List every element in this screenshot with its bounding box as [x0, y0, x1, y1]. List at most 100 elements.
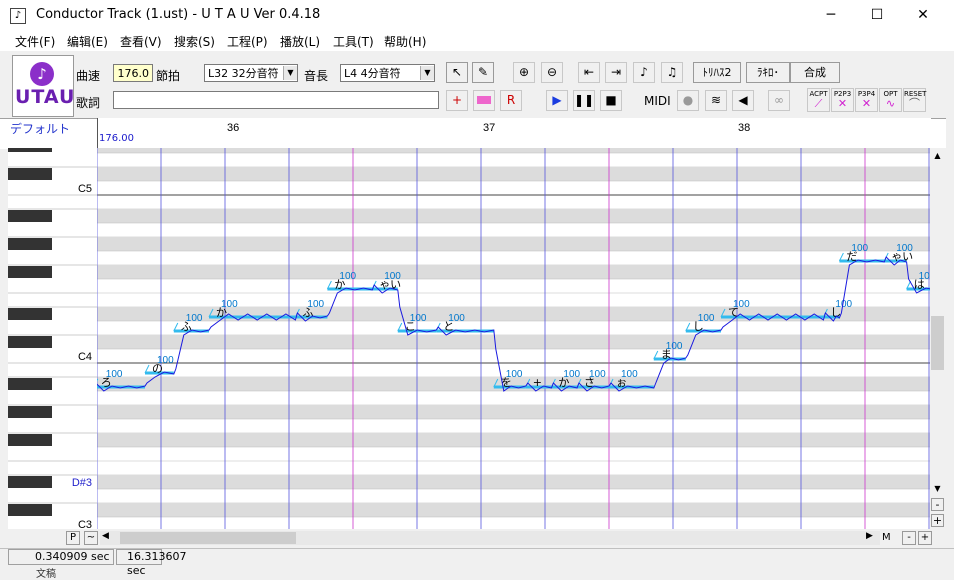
goto-start-button[interactable]: ⇤ [578, 62, 600, 83]
black-key-row [97, 335, 930, 349]
envelope-opt-button[interactable]: OPT ∿ [879, 88, 902, 112]
h-zoom-minus-button[interactable]: - [902, 531, 916, 545]
note-play-button[interactable]: ♫ [661, 62, 683, 83]
logo-text: UTAU [15, 86, 76, 108]
horizontal-scroll-thumb[interactable] [120, 532, 296, 544]
goto-end-button[interactable]: ⇥ [605, 62, 627, 83]
zoom-plus-button[interactable]: + [931, 514, 944, 527]
zoom-out-icon: ⊖ [546, 65, 558, 79]
piano-roll-svg[interactable]: ろ100 の100ふ100 か100ふ100か100ゃい100こ100と100を10… [97, 148, 930, 529]
close-button[interactable]: ✕ [900, 0, 946, 31]
rest-block-icon [477, 96, 491, 104]
zoom-out-button[interactable]: ⊖ [541, 62, 563, 83]
pointer-tool-button[interactable]: ↖ [446, 62, 468, 83]
menu-tools[interactable]: 工具(T) [333, 33, 374, 50]
romaji-button[interactable]: ﾗｷﾛ･ [746, 62, 790, 83]
insert-note-icon: + [451, 93, 463, 107]
speaker-button[interactable]: ◀ [732, 90, 754, 111]
black-key[interactable] [8, 266, 52, 278]
menu-view[interactable]: 查看(V) [120, 33, 162, 50]
black-key[interactable] [8, 406, 52, 418]
insert-note-button[interactable]: + [446, 90, 468, 111]
menu-project[interactable]: 工程(P) [227, 33, 268, 50]
black-key[interactable] [8, 238, 52, 250]
envelope-reset-button[interactable]: RESET ⌒ [903, 88, 926, 112]
black-key-row [97, 405, 930, 419]
goto-start-icon: ⇤ [583, 65, 595, 79]
tempo-field[interactable]: 176.0 [113, 64, 153, 82]
menu-help[interactable]: 帮助(H) [384, 33, 426, 50]
status-time-1: 0.340909 sec [8, 549, 114, 565]
note-volume: 100 [896, 243, 913, 254]
loop-button[interactable]: ∞ [768, 90, 790, 111]
h-zoom-plus-button[interactable]: + [918, 531, 932, 545]
piano-keyboard[interactable]: C5 C4 D#3 C3 [8, 148, 97, 529]
record-button[interactable]: ● [677, 90, 699, 111]
note[interactable]: の100 [144, 355, 174, 375]
black-key[interactable] [8, 336, 52, 348]
vertical-scrollbar[interactable]: ▲ ▼ - + [930, 148, 946, 529]
insert-rest-button[interactable]: R [500, 90, 522, 111]
key-label: C3 [78, 519, 92, 529]
measure-ruler[interactable]: 36 37 38 [97, 118, 931, 148]
pencil-tool-button[interactable]: ✎ [472, 62, 494, 83]
measure-label: 36 [227, 122, 239, 134]
scroll-up-icon[interactable]: ▲ [931, 149, 944, 162]
play-button[interactable]: ▶ [546, 90, 568, 111]
scroll-down-icon[interactable]: ▼ [931, 482, 944, 495]
key-label: C4 [78, 351, 92, 363]
menu-edit[interactable]: 编辑(E) [67, 33, 108, 50]
lyric-input[interactable] [113, 91, 439, 109]
chevron-down-icon[interactable]: ▼ [420, 66, 434, 80]
add-rest-button[interactable] [473, 90, 495, 111]
black-key[interactable] [8, 308, 52, 320]
minimize-button[interactable]: ─ [808, 0, 854, 31]
black-key[interactable] [8, 210, 52, 222]
length-label: 音長 [304, 69, 329, 83]
note-volume: 100 [666, 341, 683, 352]
envelope-acpt-button[interactable]: ACPT ⟋ [807, 88, 830, 112]
app-note-icon: ♪ [10, 8, 26, 24]
black-key[interactable] [8, 476, 52, 488]
record-icon: ● [682, 93, 694, 107]
midi-settings-button[interactable]: ≋ [705, 90, 727, 111]
resampler-button[interactable]: ﾄﾘﾊｽ2 [693, 62, 741, 83]
black-key-row [97, 237, 930, 251]
scroll-right-icon[interactable]: ▶ [866, 531, 873, 541]
black-key[interactable] [8, 434, 52, 446]
menu-file[interactable]: 文件(F) [15, 33, 55, 50]
black-key[interactable] [8, 378, 52, 390]
black-key[interactable] [8, 148, 52, 152]
note-volume: 100 [221, 299, 238, 310]
stop-button[interactable]: ■ [600, 90, 622, 111]
quantize-value: L32 32分音符 [208, 67, 279, 80]
zoom-in-button[interactable]: ⊕ [513, 62, 535, 83]
menu-play[interactable]: 播放(L) [280, 33, 320, 50]
tempo-marker: 176.00 [99, 133, 134, 144]
render-button[interactable]: 合成 [790, 62, 840, 83]
chevron-down-icon[interactable]: ▼ [283, 66, 297, 80]
zoom-minus-button[interactable]: - [931, 498, 944, 511]
menu-search[interactable]: 搜索(S) [174, 33, 215, 50]
black-key[interactable] [8, 168, 52, 180]
horizontal-scrollbar[interactable]: ◀ ▶ [100, 531, 880, 545]
curve-toggle-button[interactable]: ~ [84, 531, 98, 545]
envelope-p3p4-button[interactable]: P3P4 ✕ [855, 88, 878, 112]
measure-label: 37 [483, 122, 495, 134]
envelope-icon: ✕ [837, 97, 848, 110]
maximize-button[interactable]: ☐ [854, 0, 900, 31]
black-key-row [97, 433, 930, 447]
pitch-toggle-button[interactable]: P [66, 531, 80, 545]
note-volume: 100 [186, 313, 203, 324]
note-split-button[interactable]: ♪ [633, 62, 655, 83]
scroll-left-icon[interactable]: ◀ [102, 531, 109, 541]
black-key[interactable] [8, 504, 52, 516]
midi-settings-icon: ≋ [710, 93, 722, 107]
arrow-pointer-icon: ↖ [451, 65, 463, 79]
piano-roll[interactable]: ろ 100 の 100 ふ 100 か 100 ふ 100 か 100 ゃい 100 こ 100 と 100 を 10… [97, 148, 930, 529]
vertical-scroll-thumb[interactable] [931, 316, 944, 370]
measure-label: 38 [738, 122, 750, 134]
pause-button[interactable]: ❚❚ [573, 90, 595, 111]
envelope-p2p3-button[interactable]: P2P3 ✕ [831, 88, 854, 112]
track-name[interactable]: デフォルト [10, 120, 70, 137]
